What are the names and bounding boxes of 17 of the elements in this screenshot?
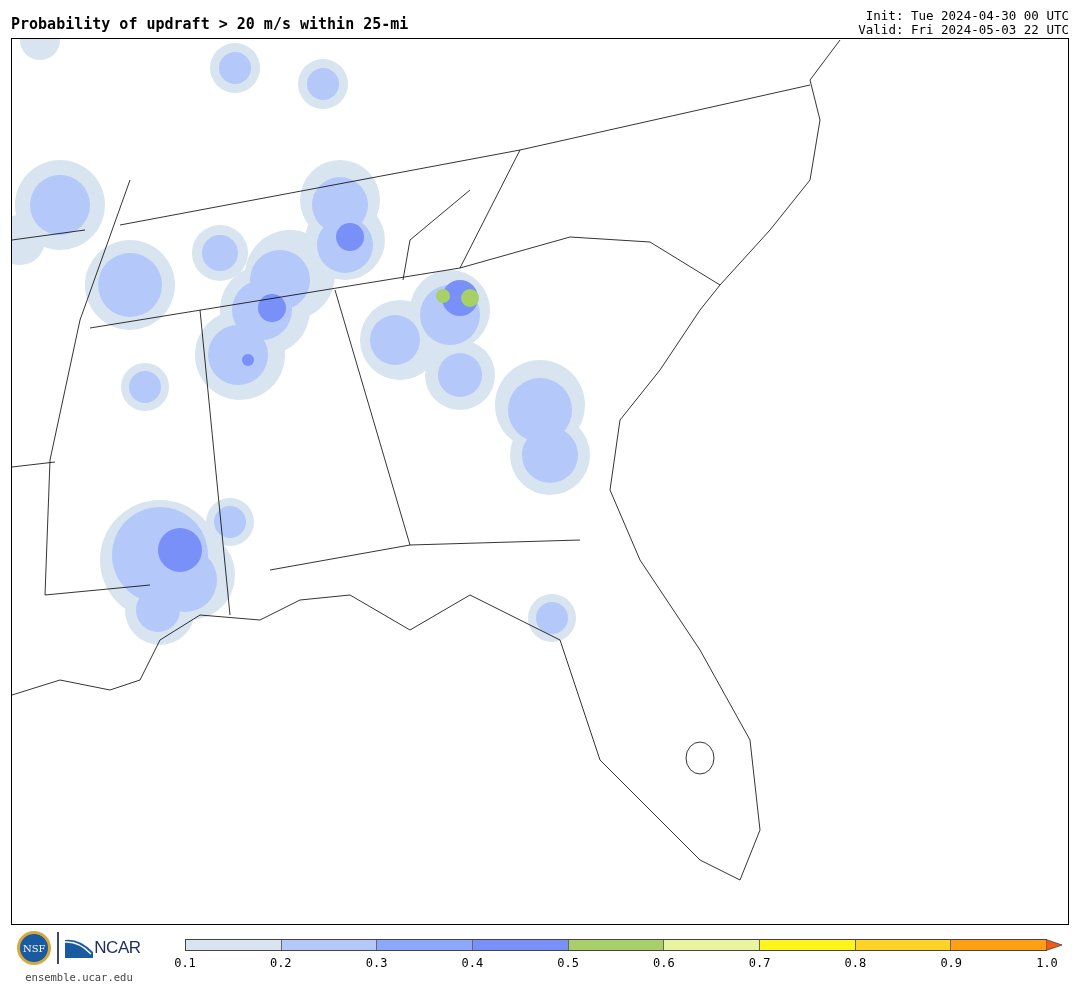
colorbar-tick-label: 0.4: [461, 957, 484, 969]
colorbar-tick-label: 0.1: [174, 957, 196, 969]
nsf-logo: NSF: [17, 931, 52, 965]
ncar-logo: NCAR: [94, 937, 141, 960]
valid-time: Valid: Fri 2024-05-03 22 UTC: [858, 23, 1069, 37]
colorbar-tick-label: 0.2: [269, 957, 292, 969]
init-time: Init: Tue 2024-04-30 00 UTC: [865, 9, 1069, 23]
colorbar-tick-label: 0.9: [940, 957, 963, 969]
colorbar-tick-label: 0.8: [844, 957, 867, 969]
colorbar-tick-label: 0.6: [653, 957, 675, 969]
website-url: ensemble.ucar.edu: [25, 970, 133, 985]
colorbar-tick-label: 0.3: [365, 957, 388, 969]
colorbar-tick-label: 0.5: [557, 957, 579, 969]
ncar-mark-icon: [65, 938, 94, 958]
colorbar-tick-label: 1.0: [1036, 957, 1058, 969]
chart-title: Probability of updraft > 20 m/s within 25-mi: [11, 17, 409, 35]
colorbar-tick-label: 0.7: [748, 957, 771, 969]
